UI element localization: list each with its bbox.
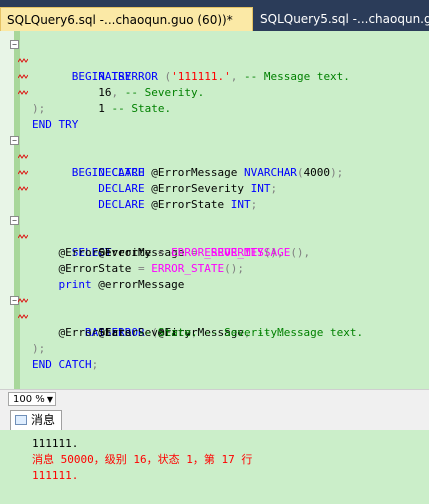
code-line: @ErrorState = ERROR_STATE(); — [32, 262, 244, 275]
code-line: − RAISERROR (@ErrorMessage, -- Message t… — [10, 293, 429, 339]
message-line: 111111. — [32, 437, 79, 450]
tab-messages-label: 消息 — [31, 413, 56, 427]
code-line: DECLARE @ErrorSeverity INT; — [18, 165, 429, 195]
warning-squiggle-icon — [18, 154, 28, 159]
editor-status-bar: 100 % ▼ — [0, 389, 429, 409]
code-line: @ErrorMessage = ERROR_MESSAGE(), — [18, 229, 429, 259]
editor-margin — [0, 31, 14, 389]
zoom-select[interactable]: 100 % ▼ — [8, 392, 56, 406]
document-tab-bar: SQLQuery6.sql -...chaoqun.guo (60))* SQL… — [0, 0, 429, 31]
code-area[interactable]: − BEGIN TRY RAISERROR ('111111.', -- Mes… — [10, 37, 429, 373]
warning-squiggle-icon — [18, 90, 28, 95]
collapse-icon[interactable]: − — [10, 40, 19, 49]
code-line: − BEGIN TRY — [10, 37, 429, 83]
code-line: − BEGIN CATCH — [10, 133, 429, 179]
messages-icon — [15, 415, 27, 425]
results-tab-bar: 消息 — [0, 408, 429, 431]
chevron-down-icon: ▼ — [46, 395, 53, 404]
warning-squiggle-icon — [18, 58, 28, 63]
tab-sqlquery6[interactable]: SQLQuery6.sql -...chaoqun.guo (60))* — [0, 7, 253, 31]
warning-squiggle-icon — [18, 234, 28, 239]
zoom-value: 100 % — [13, 394, 45, 405]
code-line: END CATCH; — [32, 358, 99, 371]
warning-squiggle-icon — [18, 170, 28, 175]
code-line: @ErrorState -- State. — [32, 326, 198, 339]
warning-squiggle-icon — [18, 298, 28, 303]
code-line: @ErrorSeverity, -- Severity. — [18, 309, 429, 339]
code-line: RAISERROR ('111111.', -- Message text. — [18, 53, 429, 83]
code-line: @ErrorSeverity = ERROR_SEVERITY(), — [32, 246, 284, 259]
code-line: − SELECT — [10, 213, 429, 259]
tab-messages[interactable]: 消息 — [10, 410, 63, 430]
code-line: DECLARE @ErrorState INT; — [18, 181, 429, 211]
code-line: 16, -- Severity. — [18, 69, 429, 99]
warning-squiggle-icon — [18, 314, 28, 319]
code-line: ); — [32, 342, 46, 355]
code-line: print @errorMessage — [58, 278, 185, 291]
query-editor[interactable]: − BEGIN TRY RAISERROR ('111111.', -- Mes… — [0, 31, 429, 389]
collapse-icon[interactable]: − — [10, 216, 19, 225]
code-line: END TRY — [32, 118, 79, 131]
code-line: DECLARE @ErrorMessage NVARCHAR(4000); — [18, 149, 429, 179]
collapse-icon[interactable]: − — [10, 136, 19, 145]
messages-pane: 111111. 消息 50000，级别 16，状态 1，第 17 行 11111… — [0, 430, 429, 504]
warning-squiggle-icon — [18, 186, 28, 191]
warning-squiggle-icon — [18, 74, 28, 79]
change-tracking-bar — [14, 31, 20, 389]
code-line: ); — [32, 102, 46, 115]
message-line: 111111. — [32, 469, 79, 482]
tab-sqlquery5[interactable]: SQLQuery5.sql -...chaoqun.guo — [254, 7, 429, 31]
code-line: 1 -- State. — [18, 85, 429, 115]
message-line: 消息 50000，级别 16，状态 1，第 17 行 — [32, 453, 253, 466]
